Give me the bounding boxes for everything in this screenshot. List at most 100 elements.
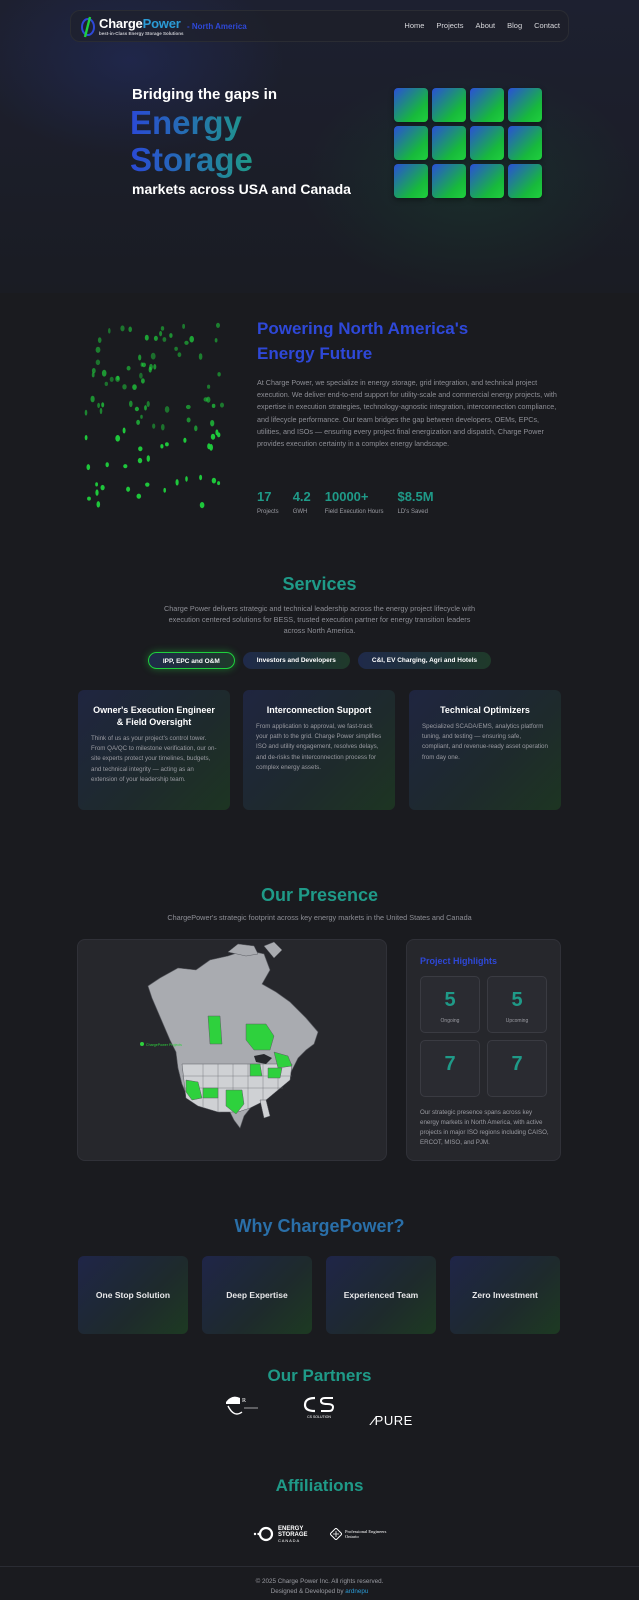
battery-tile [470,164,504,198]
why-card-expertise[interactable]: Deep Expertise [202,1256,312,1334]
green-dot [137,457,143,464]
affiliation-energy-storage-canada[interactable]: ENERGY STORAGE C A N A D A [252,1523,314,1545]
green-dot [96,501,101,508]
highlights-title: Project Highlights [420,956,498,966]
why-card-team[interactable]: Experienced Team [326,1256,436,1334]
green-dot [207,384,211,389]
partner-logo-renewable[interactable]: R [220,1392,262,1420]
nav-link-contact[interactable]: Contact [534,21,560,30]
services-subtitle: Charge Power delivers strategic and tech… [163,604,476,635]
north-america-map[interactable]: ChargePower Projects [78,940,388,1162]
green-dot [186,417,191,423]
green-dot [86,464,91,471]
highlight-value: 7 [444,1053,456,1075]
green-dot [169,333,173,338]
hero-line-3: Storage [130,141,253,178]
green-dot [159,330,163,337]
esc-line-3: C A N A D A [278,1538,300,1543]
green-dot [97,402,100,409]
why-card-zero-investment[interactable]: Zero Investment [450,1256,560,1334]
nav-link-home[interactable]: Home [404,21,424,30]
hero-highlight: Energy Storage [130,104,253,178]
peo-line-2: Ontario [345,1534,359,1539]
green-dot [177,352,182,358]
green-dot [91,368,96,374]
green-dot [198,353,203,360]
green-dot [148,366,152,373]
battery-tile [508,126,542,160]
hero-line-2: Energy [130,104,242,141]
brand-name[interactable]: ChargePower [99,16,181,31]
green-dot [140,414,143,419]
why-card-one-stop[interactable]: One Stop Solution [78,1256,188,1334]
battery-tile [394,164,428,198]
stat-value: $8.5M [397,489,434,504]
green-dot [84,435,88,441]
green-dot [174,346,178,351]
battery-tile [394,126,428,160]
green-dot [210,420,215,427]
partner-logo-pure[interactable]: ⁄PURE [372,1413,413,1428]
service-card-interconnection[interactable]: Interconnection Support From application… [243,690,395,810]
green-dot [217,372,221,377]
footer-copyright: © 2025 Charge Power Inc. All rights rese… [255,1578,384,1585]
tab-ci-ev-agri-hotels[interactable]: C&I, EV Charging, Agri and Hotels [357,652,492,669]
peo-logo-icon [330,1528,342,1540]
green-dot [175,479,179,486]
green-dot [138,446,143,452]
green-dot [146,455,150,462]
highlight-stat-3: 7 [420,1040,480,1097]
green-dot [162,337,167,342]
green-dot [109,376,114,382]
green-dot [99,407,103,415]
stat-label: Projects [257,509,279,515]
service-card-title: Technical Optimizers [440,705,530,715]
service-card-technical-optimizers[interactable]: Technical Optimizers Specialized SCADA/E… [409,690,561,810]
green-dot [122,384,127,390]
green-dot [145,482,150,487]
green-dot [139,372,143,379]
affiliation-professional-engineers-ontario[interactable]: Professional Engineers Ontario [330,1526,396,1542]
green-dot [165,442,169,447]
green-dot [207,443,211,450]
green-dot [87,496,91,501]
brand-tagline: best-in-Class Energy Storage Solutions [99,31,184,36]
why-title: Why ChargePower? [234,1216,405,1236]
stat-label: LD's Saved [397,509,428,515]
green-dot [150,352,156,360]
footer-credit: Designed & Developed by ardnepu [0,1588,639,1595]
partner-logo-cs-solution[interactable]: CS SOLUTION [299,1394,339,1420]
energy-storage-canada-logo-icon [253,1526,274,1542]
green-dot [163,487,166,493]
green-dot [199,474,203,481]
about-heading: Powering North America's Energy Future [257,316,557,366]
battery-tile [470,126,504,160]
tab-investors-developers[interactable]: Investors and Developers [242,652,350,669]
green-dot [183,437,187,443]
cs-solution-caption: CS SOLUTION [307,1415,331,1419]
highlight-value: 5 [444,989,456,1011]
nav-link-projects[interactable]: Projects [436,21,463,30]
green-dot [90,395,95,403]
green-dot [141,378,145,384]
green-dot [141,362,146,368]
stat-field-hours: 10000+ Field Execution Hours [325,489,384,515]
nav-link-blog[interactable]: Blog [507,21,522,30]
green-dot [161,424,165,431]
footer-designer-link[interactable]: ardnepu [345,1588,368,1595]
green-dot [129,400,133,407]
green-dot [160,444,164,449]
battery-tile [508,164,542,198]
green-dot [105,462,109,468]
tab-ipp-epc-om[interactable]: IPP, EPC and O&M [147,652,235,669]
nav-link-about[interactable]: About [476,21,496,30]
about-body: At Charge Power, we specialize in energy… [257,378,557,449]
stat-lds-saved: $8.5M LD's Saved [397,489,433,515]
green-dot [189,335,194,343]
green-dot [136,493,142,499]
footer: © 2025 Charge Power Inc. All rights rese… [0,1566,639,1600]
green-dot [216,322,220,328]
green-dot [138,354,142,361]
service-card-owners-engineer[interactable]: Owner's Execution Engineer & Field Overs… [78,690,230,810]
battery-tile [432,126,466,160]
